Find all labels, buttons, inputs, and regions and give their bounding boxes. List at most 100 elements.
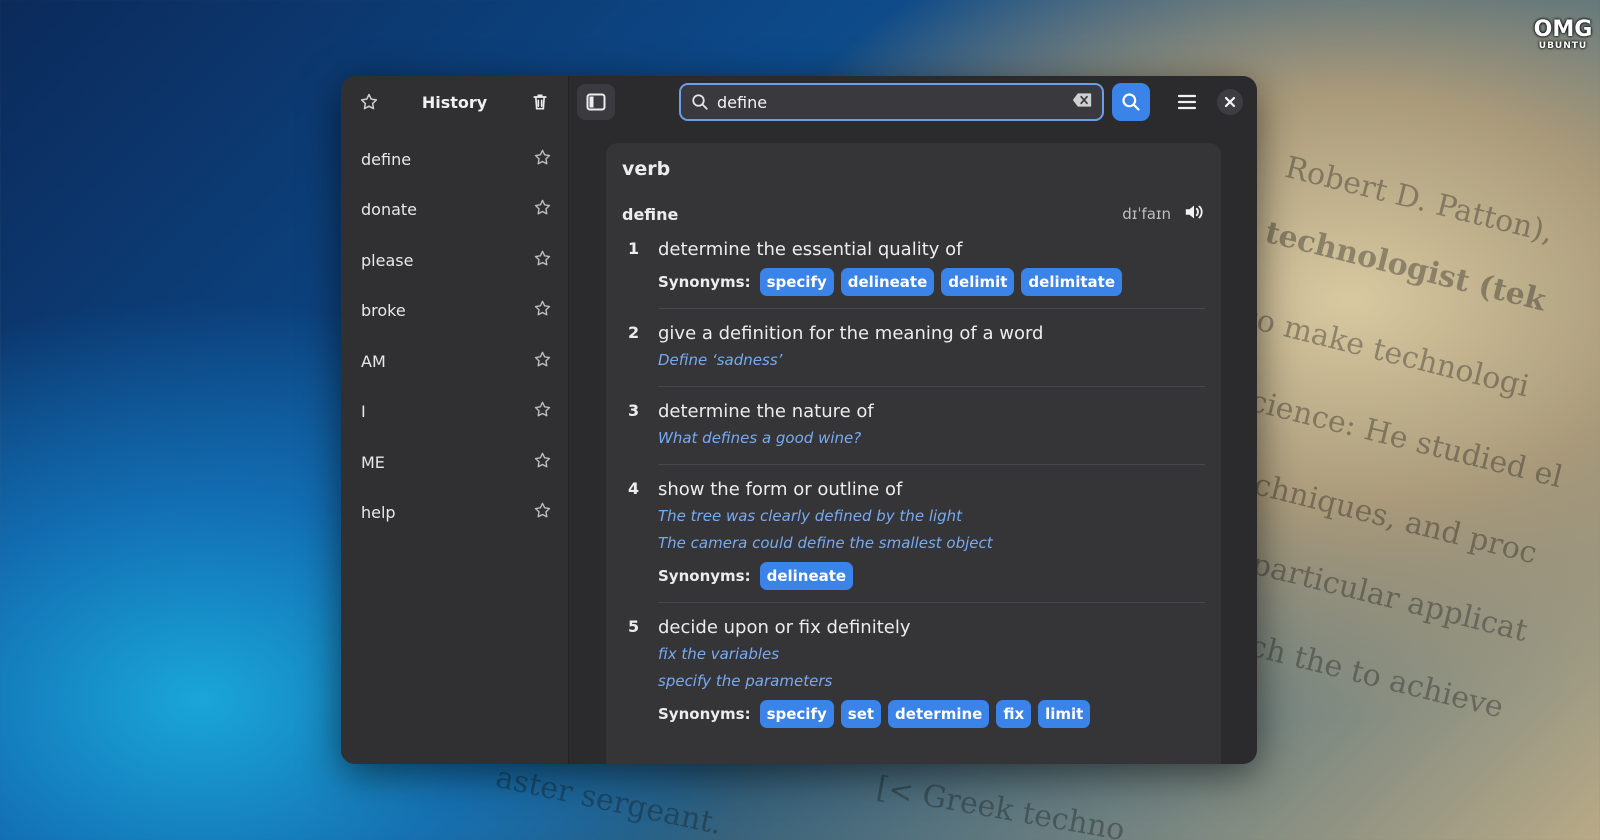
sense-number: 2 <box>628 323 640 342</box>
search-field[interactable] <box>679 83 1104 121</box>
history-item[interactable]: help <box>341 488 568 539</box>
definition-text: show the form or outline of <box>658 479 903 500</box>
background-text: aster sergeant. <box>492 760 726 840</box>
star-icon[interactable] <box>533 198 552 221</box>
main-pane: verb define dɪˈfaɪn 1 determine the esse… <box>569 76 1257 764</box>
definition-text: decide upon or fix definitely <box>658 617 911 638</box>
synonyms-row: Synonyms: delineate <box>658 562 1205 590</box>
sense-item: 1 determine the essential quality of Syn… <box>622 225 1205 309</box>
sense-body: show the form or outline of The tree was… <box>658 477 1205 603</box>
history-item[interactable]: donate <box>341 185 568 236</box>
star-icon[interactable] <box>533 299 552 322</box>
background-text: [< Greek techno <box>873 770 1128 840</box>
sense-number: 4 <box>628 479 640 498</box>
main-menu-button[interactable] <box>1171 86 1203 118</box>
history-item-label: ME <box>361 452 385 472</box>
example-text: What defines a good wine? <box>658 429 862 447</box>
speaker-icon[interactable] <box>1183 202 1205 226</box>
headword: define <box>622 204 679 224</box>
trash-icon <box>533 94 547 110</box>
definition-text: determine the essential quality of <box>658 239 963 260</box>
sense-number: 1 <box>628 239 640 258</box>
star-icon <box>360 93 378 110</box>
sense-body: determine the nature of What defines a g… <box>658 399 1205 465</box>
pronunciation-text: dɪˈfaɪn <box>1122 205 1171 223</box>
close-button[interactable] <box>1217 89 1243 115</box>
synonyms-row: Synonyms: specify delineate delimit deli… <box>658 268 1205 296</box>
close-icon <box>1224 96 1236 108</box>
synonyms-row: Synonyms: specify set determine fix limi… <box>658 700 1205 728</box>
history-item[interactable]: broke <box>341 286 568 337</box>
example-text: The camera could define the smallest obj… <box>658 534 993 552</box>
hamburger-icon <box>1177 94 1197 110</box>
clear-search-icon[interactable] <box>1072 92 1092 112</box>
synonyms-label: Synonyms: <box>658 273 751 291</box>
background-text: to make technologi <box>1241 300 1533 405</box>
sense-body: decide upon or fix definitely fix the va… <box>658 615 1205 740</box>
synonym-chip[interactable]: delineate <box>840 268 935 296</box>
clear-history-button[interactable] <box>524 86 556 118</box>
history-sidebar: History define donate please broke AM I … <box>341 76 569 764</box>
history-item-label: please <box>361 250 414 270</box>
search-icon <box>1122 93 1140 111</box>
history-item-label: help <box>361 503 396 523</box>
synonym-chip[interactable]: determine <box>888 700 990 728</box>
dictionary-window: History define donate please broke AM I … <box>341 76 1257 764</box>
example-text: specify the parameters <box>658 672 833 690</box>
history-item-label: I <box>361 402 366 422</box>
sense-item: 2 give a definition for the meaning of a… <box>622 309 1205 387</box>
synonym-chip[interactable]: fix <box>996 700 1032 728</box>
history-item-label: broke <box>361 301 406 321</box>
star-icon[interactable] <box>533 350 552 373</box>
example-text: The tree was clearly defined by the ligh… <box>658 507 963 525</box>
example-text: fix the variables <box>658 645 780 663</box>
synonym-chip[interactable]: specify <box>759 268 834 296</box>
header-bar <box>569 76 1257 128</box>
definition-card: verb define dɪˈfaɪn 1 determine the esse… <box>606 143 1221 764</box>
search-icon <box>692 94 708 110</box>
sense-body: determine the essential quality of Synon… <box>658 237 1205 309</box>
synonyms-label: Synonyms: <box>658 567 751 585</box>
definition-text: determine the nature of <box>658 401 874 422</box>
synonym-chip[interactable]: delimit <box>941 268 1015 296</box>
synonyms-label: Synonyms: <box>658 705 751 723</box>
history-item-label: donate <box>361 200 418 220</box>
history-item-label: AM <box>361 351 386 371</box>
synonym-chip[interactable]: specify <box>759 700 834 728</box>
sense-item: 3 determine the nature of What defines a… <box>622 387 1205 465</box>
history-item[interactable]: please <box>341 235 568 286</box>
synonym-chip[interactable]: set <box>840 700 882 728</box>
synonym-chip[interactable]: limit <box>1038 700 1091 728</box>
star-icon[interactable] <box>533 501 552 524</box>
sense-number: 5 <box>628 617 640 636</box>
example-text: Define ‘sadness’ <box>658 351 783 369</box>
definition-text: give a definition for the meaning of a w… <box>658 323 1044 344</box>
sense-item: 5 decide upon or fix definitely fix the … <box>622 603 1205 740</box>
star-icon[interactable] <box>533 451 552 474</box>
part-of-speech: verb <box>622 158 671 180</box>
sidebar-header: History <box>341 76 568 128</box>
star-icon[interactable] <box>533 249 552 272</box>
history-item[interactable]: ME <box>341 437 568 488</box>
search-button[interactable] <box>1112 83 1150 121</box>
history-item[interactable]: I <box>341 387 568 438</box>
history-list: define donate please broke AM I ME help <box>341 134 568 538</box>
star-icon[interactable] <box>533 148 552 171</box>
favorites-button[interactable] <box>353 86 385 118</box>
sense-body: give a definition for the meaning of a w… <box>658 321 1205 387</box>
word-header: define dɪˈfaɪn <box>622 203 1205 225</box>
history-item[interactable]: define <box>341 134 568 185</box>
history-item-label: define <box>361 149 412 169</box>
history-item[interactable]: AM <box>341 336 568 387</box>
sense-number: 3 <box>628 401 640 420</box>
toggle-sidebar-button[interactable] <box>577 84 615 120</box>
sidebar-title: History <box>421 92 488 112</box>
synonym-chip[interactable]: delineate <box>759 562 854 590</box>
search-input[interactable] <box>717 92 1072 112</box>
omg-ubuntu-logo: OMG UBUNTU <box>1533 17 1593 52</box>
sense-item: 4 show the form or outline of The tree w… <box>622 465 1205 603</box>
sidebar-icon <box>586 93 606 111</box>
synonym-chip[interactable]: delimitate <box>1021 268 1123 296</box>
star-icon[interactable] <box>533 400 552 423</box>
pronunciation: dɪˈfaɪn <box>1122 202 1205 226</box>
